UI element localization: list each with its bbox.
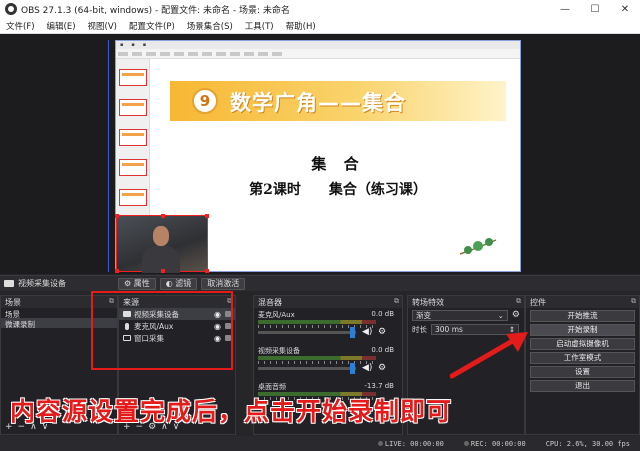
undock-icon[interactable]: ⧉ xyxy=(394,297,399,306)
annotation-caption: 内容源设置完成后，点击开始录制即可 xyxy=(10,397,453,426)
volume-meter xyxy=(258,320,376,324)
captured-app-toolbar xyxy=(116,49,520,59)
gear-icon[interactable]: ⚙ xyxy=(512,310,520,320)
resize-handle[interactable] xyxy=(161,269,165,273)
resize-handle[interactable] xyxy=(205,214,209,218)
gear-icon[interactable]: ⚙ xyxy=(378,363,386,373)
channel-db: 0.0 dB xyxy=(371,346,394,354)
volume-slider[interactable] xyxy=(258,331,356,334)
sources-highlight-box xyxy=(91,291,233,370)
live-dot-icon xyxy=(377,440,383,446)
menu-help[interactable]: 帮助(H) xyxy=(280,20,322,32)
slide-thumbnail xyxy=(119,69,147,86)
pine-branch-icon xyxy=(459,238,497,255)
annotation-arrow-icon xyxy=(450,332,528,379)
gear-icon[interactable]: ⚙ xyxy=(378,327,386,337)
properties-button[interactable]: ⚙ 属性 xyxy=(118,277,156,290)
undock-icon[interactable]: ⧉ xyxy=(516,297,521,306)
source-toolbar: 视频采集设备 ⚙ 属性 ◐ 滤镜 取消激活 xyxy=(0,275,640,291)
menu-edit[interactable]: 编辑(E) xyxy=(41,20,82,32)
maximize-button[interactable]: ☐ xyxy=(580,4,610,15)
selected-source-label: 视频采集设备 xyxy=(18,279,66,288)
rec-dot-icon xyxy=(463,440,469,446)
rec-status: REC: 00:00:00 xyxy=(463,440,536,448)
controls-dock: 控件 ⧉ 开始推流 开始录制 启动虚拟摄像机 工作室模式 设置 退出 xyxy=(525,295,640,435)
title-bar: OBS 27.1.3 (64-bit, windows) - 配置文件: 未命名… xyxy=(0,0,640,18)
channel-db: 0.0 dB xyxy=(371,310,394,318)
volume-slider-handle[interactable] xyxy=(350,363,355,374)
slide-number: 9 xyxy=(192,88,218,114)
live-status: LIVE: 00:00:00 xyxy=(377,440,454,448)
window-title: OBS 27.1.3 (64-bit, windows) - 配置文件: 未命名… xyxy=(21,5,290,16)
chevron-down-icon: ⌄ xyxy=(497,310,504,320)
studio-mode-button[interactable]: 工作室模式 xyxy=(530,352,635,364)
slide-thumbnail xyxy=(119,159,147,176)
menu-tools[interactable]: 工具(T) xyxy=(239,20,280,32)
gear-icon: ⚙ xyxy=(124,279,132,288)
filter-icon: ◐ xyxy=(165,279,173,288)
settings-button[interactable]: 设置 xyxy=(530,366,635,378)
filters-button[interactable]: ◐ 滤镜 xyxy=(159,277,198,290)
start-recording-button[interactable]: 开始录制 xyxy=(530,324,635,336)
resize-handle[interactable] xyxy=(205,269,209,273)
menu-profile[interactable]: 配置文件(P) xyxy=(123,20,181,32)
channel-name: 视频采集设备 xyxy=(258,347,300,355)
channel-db: -13.7 dB xyxy=(364,382,394,390)
minimize-button[interactable]: — xyxy=(550,4,580,15)
mixer-channel: 视频采集设备 0.0 dB ◀) ⚙ xyxy=(254,344,402,380)
slide-banner: 9 数学广角——集合 xyxy=(170,81,506,121)
deactivate-button[interactable]: 取消激活 xyxy=(201,277,246,290)
slide-subheading: 第2课时 集合（练习课） xyxy=(249,182,427,198)
duration-label: 时长 xyxy=(412,324,427,334)
controls-title: 控件 xyxy=(530,298,546,307)
speaker-icon[interactable]: ◀) xyxy=(362,327,372,337)
volume-slider-handle[interactable] xyxy=(350,327,355,338)
mixer-channel: 麦克风/Aux 0.0 dB ◀) ⚙ xyxy=(254,308,402,344)
channel-name: 桌面音频 xyxy=(258,383,286,391)
exit-button[interactable]: 退出 xyxy=(530,380,635,392)
camera-icon xyxy=(4,280,14,287)
start-streaming-button[interactable]: 开始推流 xyxy=(530,310,635,322)
resize-handle[interactable] xyxy=(115,269,119,273)
menu-view[interactable]: 视图(V) xyxy=(82,20,123,32)
close-button[interactable]: ✕ xyxy=(610,4,640,15)
obs-logo-icon xyxy=(5,3,17,15)
undock-icon[interactable]: ⧉ xyxy=(631,297,636,306)
obs-window: OBS 27.1.3 (64-bit, windows) - 配置文件: 未命名… xyxy=(0,0,640,451)
slide-banner-title: 数学广角——集合 xyxy=(230,91,406,115)
start-virtual-camera-button[interactable]: 启动虚拟摄像机 xyxy=(530,338,635,350)
resize-handle[interactable] xyxy=(161,214,165,218)
menu-bar: 文件(F) 编辑(E) 视图(V) 配置文件(P) 场景集合(S) 工具(T) … xyxy=(0,18,640,34)
channel-name: 麦克风/Aux xyxy=(258,311,295,319)
webcam-source[interactable] xyxy=(115,214,209,273)
menu-scene-collection[interactable]: 场景集合(S) xyxy=(181,20,239,32)
status-bar: LIVE: 00:00:00 REC: 00:00:00 CPU: 2.6%, … xyxy=(0,436,640,451)
slide-thumbnail xyxy=(119,189,147,206)
mixer-title: 混音器 xyxy=(258,298,282,307)
transition-select[interactable]: 渐变 ⌄ xyxy=(412,309,508,321)
speaker-icon[interactable]: ◀) xyxy=(362,363,372,373)
resize-handle[interactable] xyxy=(115,214,119,218)
cpu-status: CPU: 2.6%, 30.00 fps xyxy=(545,439,630,448)
volume-slider[interactable] xyxy=(258,367,356,370)
menu-file[interactable]: 文件(F) xyxy=(0,20,41,32)
scenes-title: 场景 xyxy=(5,298,21,307)
slide-thumbnail xyxy=(119,129,147,146)
volume-meter xyxy=(258,356,376,360)
captured-app-tabs: ▪ ▪ ▪ xyxy=(116,41,520,49)
preview-guide-line xyxy=(108,40,109,272)
slide-thumbnail xyxy=(119,99,147,116)
slide: 9 数学广角——集合 集 合 第2课时 集合（练习课） xyxy=(170,81,506,266)
slide-heading: 集 合 xyxy=(311,155,365,173)
transitions-title: 转场特效 xyxy=(412,298,444,307)
webcam-person xyxy=(153,226,169,246)
